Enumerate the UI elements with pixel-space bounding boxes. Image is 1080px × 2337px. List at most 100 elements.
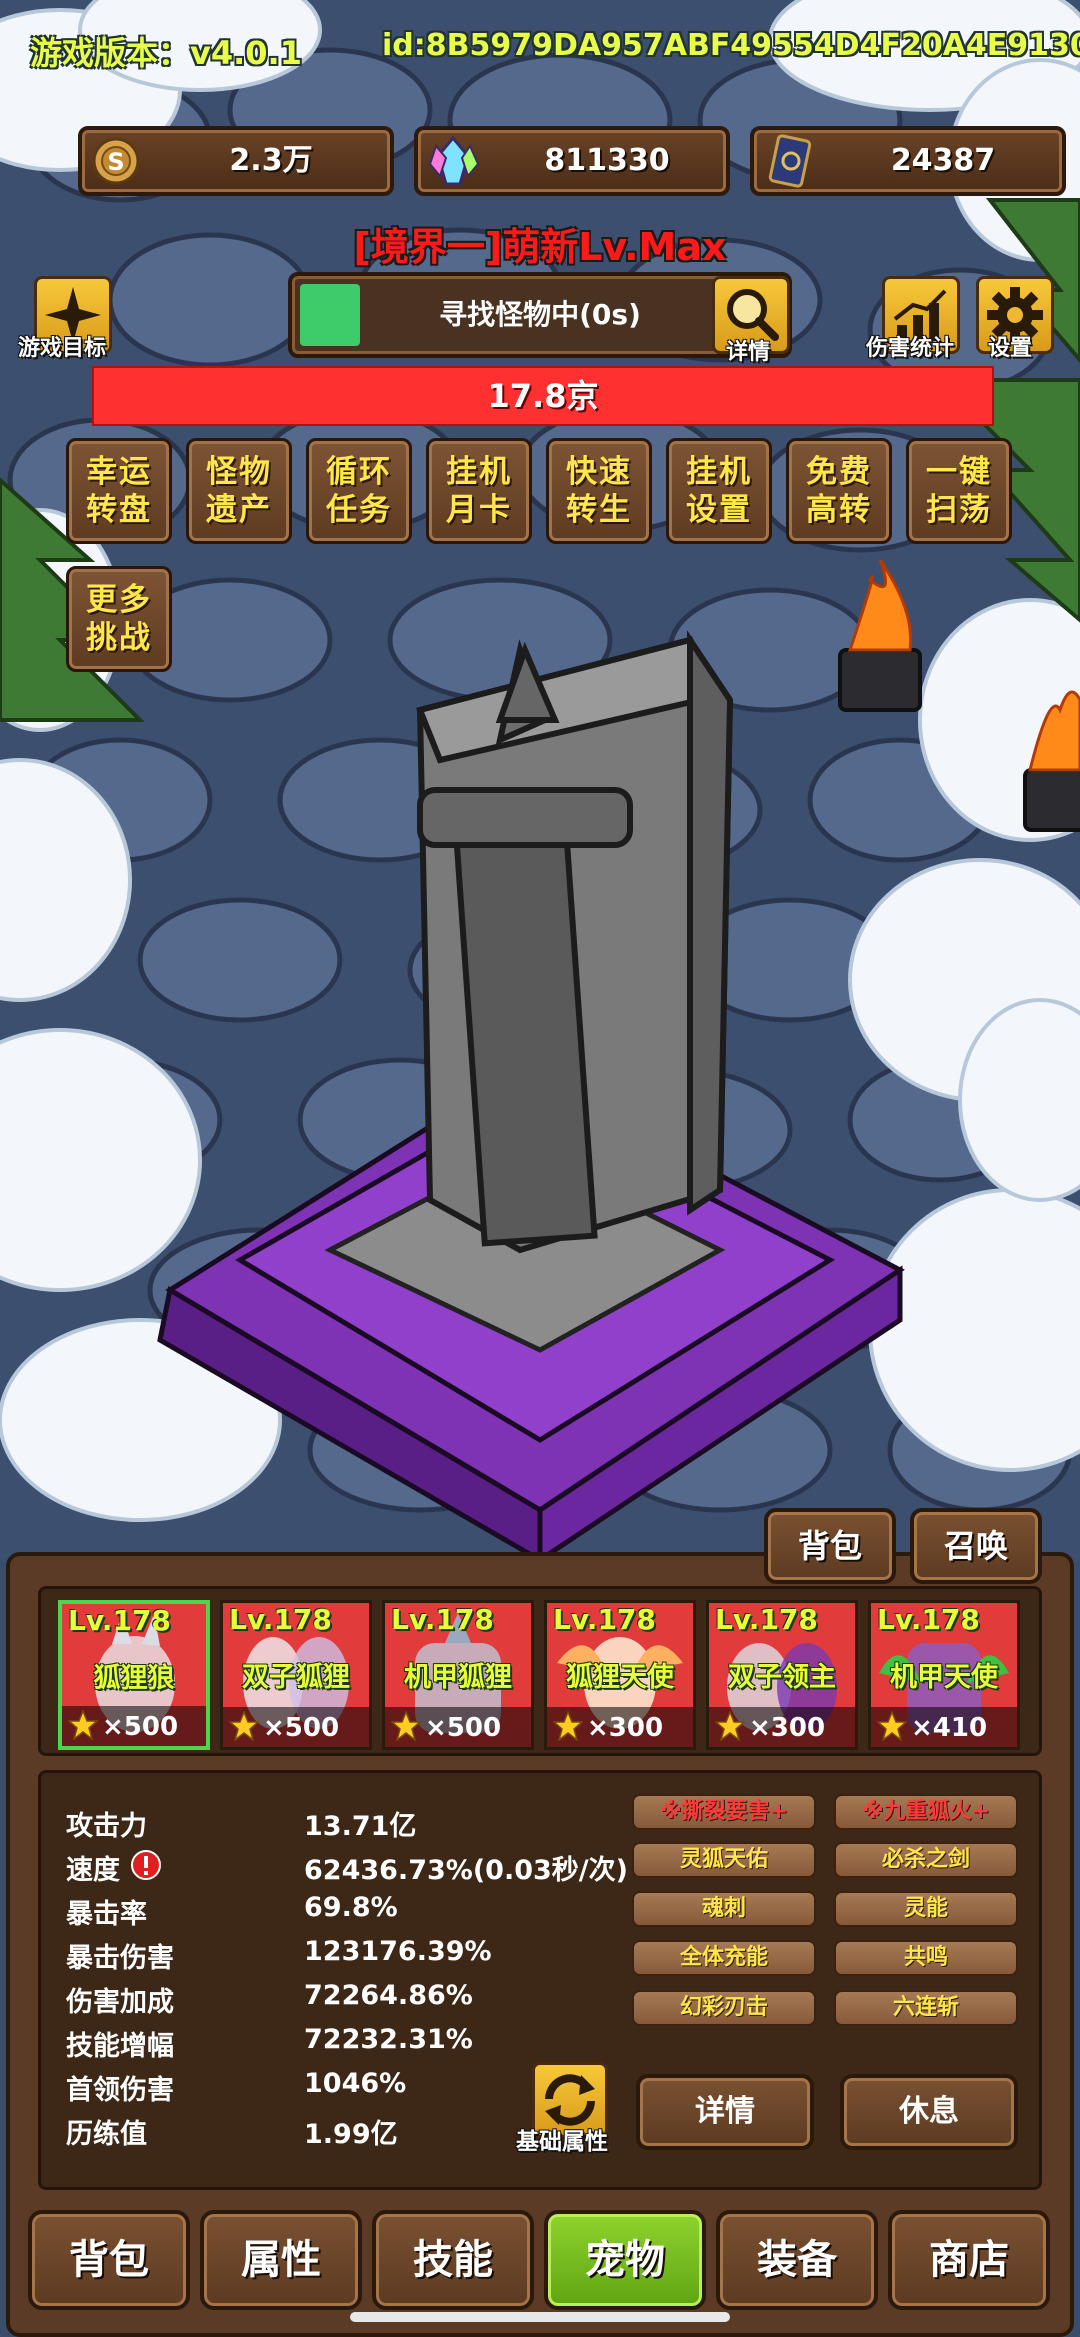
- pet-name: 机甲狐狸: [404, 1662, 512, 1693]
- loop-task-button[interactable]: 循环任务: [306, 438, 412, 544]
- star-icon: [877, 1711, 907, 1741]
- skill-spirit-fox-blessing[interactable]: 灵狐天佑: [632, 1842, 816, 1878]
- skill-team-charge[interactable]: 全体充能: [632, 1940, 816, 1976]
- pet-count: ×300: [587, 1713, 664, 1743]
- stat-label-crit-rate: 暴击率: [66, 1899, 147, 1930]
- pet-count: ×500: [102, 1712, 179, 1742]
- one-click-sweep-label: 一键扫荡: [926, 454, 992, 528]
- skill-psionic[interactable]: 灵能: [834, 1891, 1018, 1927]
- stat-value-speed: 62436.73%(0.03秒/次): [304, 1855, 628, 1886]
- warning-icon[interactable]: [130, 1849, 162, 1881]
- user-id: id:8B5979DA957ABF49554D4F20A4E9130F: [382, 28, 1080, 63]
- idle-settings-label: 挂机设置: [686, 454, 752, 528]
- pet-name: 机甲天使: [890, 1662, 998, 1693]
- stat-label-attack: 攻击力: [66, 1811, 147, 1842]
- pet-level: Lv.178: [68, 1604, 171, 1637]
- stat-value-experience: 1.99亿: [304, 2119, 398, 2150]
- stat-label-skill-amp: 技能增幅: [66, 2031, 174, 2062]
- idle-settings-button[interactable]: 挂机设置: [666, 438, 772, 544]
- crystal-counter: 811330: [414, 126, 730, 196]
- card-counter: 24387: [750, 126, 1066, 196]
- pet-details-button[interactable]: 详情: [636, 2074, 814, 2150]
- one-click-sweep-button[interactable]: 一键扫荡: [906, 438, 1012, 544]
- stat-value-crit-rate: 69.8%: [304, 1892, 398, 1923]
- details-label: 详情: [726, 340, 771, 365]
- loop-task-label: 循环任务: [326, 454, 392, 528]
- game-version: 游戏版本：v4.0.1: [30, 34, 302, 72]
- stat-label-damage-bonus: 伤害加成: [66, 1987, 174, 2018]
- pet-name: 双子领主: [728, 1662, 836, 1693]
- svg-text:S: S: [107, 148, 124, 176]
- coin-counter: S 2.3万: [78, 126, 394, 196]
- more-challenges-button[interactable]: 更多挑战: [66, 566, 172, 672]
- stat-label-boss-damage: 首领伤害: [66, 2075, 174, 2106]
- search-status: 寻找怪物中(0s): [439, 298, 641, 331]
- pet-count: ×500: [263, 1713, 340, 1743]
- pet-count: ×410: [911, 1713, 988, 1743]
- pet-card-twin-fox[interactable]: Lv.178 双子狐狸 ×500: [220, 1600, 372, 1750]
- stat-value-boss-damage: 1046%: [304, 2068, 407, 2099]
- pet-card-mech-angel[interactable]: Lv.178 机甲天使 ×410: [868, 1600, 1020, 1750]
- free-high-rebirth-button[interactable]: 免费高转: [786, 438, 892, 544]
- pet-count: ×500: [425, 1713, 502, 1743]
- idle-monthly-card-label: 挂机月卡: [446, 454, 512, 528]
- coin-value: 2.3万: [229, 143, 313, 178]
- lucky-wheel-button[interactable]: 幸运转盘: [66, 438, 172, 544]
- pet-card-mech-fox[interactable]: Lv.178 机甲狐狸 ×500: [382, 1600, 534, 1750]
- pet-count: ×300: [749, 1713, 826, 1743]
- pet-card-fox-angel[interactable]: Lv.178 狐狸天使 ×300: [544, 1600, 696, 1750]
- idle-monthly-card-button[interactable]: 挂机月卡: [426, 438, 532, 544]
- monster-legacy-button[interactable]: 怪物遗产: [186, 438, 292, 544]
- coin-icon: S: [92, 137, 140, 185]
- skill-resonance[interactable]: 共鸣: [834, 1940, 1018, 1976]
- skill-killing-sword[interactable]: 必杀之剑: [834, 1842, 1018, 1878]
- enemy-hp-value: 17.8京: [487, 377, 599, 415]
- skill-rend-vitals[interactable]: ※撕裂要害+: [632, 1794, 816, 1830]
- pet-card-twin-lord[interactable]: Lv.178 双子领主 ×300: [706, 1600, 858, 1750]
- nav-skills[interactable]: 技能: [372, 2210, 534, 2310]
- quick-rebirth-label: 快速转生: [566, 454, 632, 528]
- summon-tab-button[interactable]: 召唤: [910, 1508, 1042, 1584]
- settings-label: 设置: [988, 336, 1033, 361]
- free-high-rebirth-label: 免费高转: [806, 454, 872, 528]
- search-progress-fill: [300, 284, 360, 346]
- card-value: 24387: [890, 143, 996, 178]
- skill-prism-blade[interactable]: 幻彩刃击: [632, 1990, 816, 2026]
- pet-name: 狐狸狼: [93, 1663, 175, 1694]
- quick-rebirth-button[interactable]: 快速转生: [546, 438, 652, 544]
- card-icon: [768, 134, 812, 188]
- star-icon: [553, 1711, 583, 1741]
- stat-value-skill-amp: 72232.31%: [304, 2024, 473, 2055]
- damage-stats-label: 伤害统计: [866, 336, 955, 361]
- pet-rest-button[interactable]: 休息: [840, 2074, 1018, 2150]
- nav-pets[interactable]: 宠物: [544, 2210, 706, 2310]
- more-challenges-label: 更多挑战: [86, 582, 152, 656]
- bag-tab-button[interactable]: 背包: [764, 1508, 896, 1584]
- enemy-hp-bar: 17.8京: [92, 366, 994, 426]
- star-icon: [68, 1710, 98, 1740]
- crystal-value: 811330: [544, 143, 670, 178]
- pet-level: Lv.178: [715, 1603, 818, 1636]
- nav-shop[interactable]: 商店: [888, 2210, 1050, 2310]
- pet-level: Lv.178: [391, 1603, 494, 1636]
- pet-card-fox-wolf[interactable]: Lv.178 狐狸狼 ×500: [58, 1600, 210, 1750]
- stat-value-crit-damage: 123176.39%: [304, 1936, 492, 1967]
- stat-label-experience: 历练值: [66, 2119, 147, 2150]
- lucky-wheel-label: 幸运转盘: [86, 454, 152, 528]
- stat-value-damage-bonus: 72264.86%: [304, 1980, 473, 2011]
- nav-bag[interactable]: 背包: [28, 2210, 190, 2310]
- nav-equipment[interactable]: 装备: [716, 2210, 878, 2310]
- realm-title: [境界一]萌新Lv.Max: [353, 225, 727, 269]
- home-indicator[interactable]: [350, 2312, 730, 2322]
- star-icon: [391, 1711, 421, 1741]
- skill-ninefold-foxfire[interactable]: ※九重狐火+: [834, 1794, 1018, 1830]
- base-attr-label: 基础属性: [516, 2129, 608, 2155]
- stat-label-speed: 速度: [66, 1855, 120, 1886]
- skill-six-slash[interactable]: 六连斩: [834, 1990, 1018, 2026]
- star-icon: [229, 1711, 259, 1741]
- pet-level: Lv.178: [229, 1603, 332, 1636]
- skill-soul-pierce[interactable]: 魂刺: [632, 1891, 816, 1927]
- nav-attributes[interactable]: 属性: [200, 2210, 362, 2310]
- game-goal-label: 游戏目标: [18, 336, 107, 361]
- pet-name: 双子狐狸: [242, 1662, 350, 1693]
